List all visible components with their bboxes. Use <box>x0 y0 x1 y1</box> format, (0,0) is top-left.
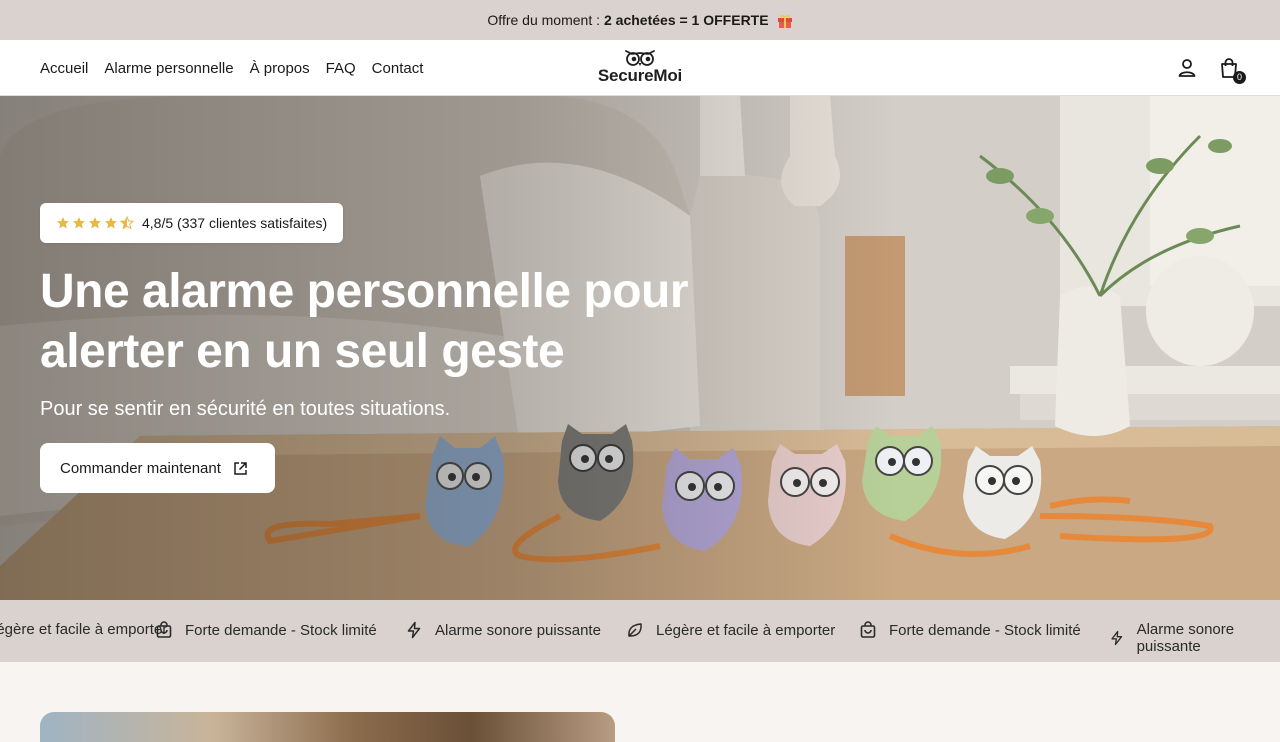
header-actions: 0 <box>1176 40 1246 96</box>
lightning-icon <box>407 621 421 639</box>
star-icon <box>73 217 85 229</box>
site-header: Accueil Alarme personnelle À propos FAQ … <box>0 40 1280 96</box>
marquee-label: Alarme sonore puissante <box>435 621 601 639</box>
star-icon <box>57 217 69 229</box>
marquee-item: Légère et facile à emporter <box>626 621 835 639</box>
cart-button[interactable]: 0 <box>1218 57 1246 84</box>
marquee-item: Alarme sonore puissante <box>1109 621 1280 655</box>
feature-marquee: Légère et facile à emporter Forte demand… <box>0 600 1280 662</box>
nav-contact[interactable]: Contact <box>372 60 424 77</box>
hero-title: Une alarme personnelle pour alerter en u… <box>40 265 689 378</box>
user-icon <box>1178 59 1196 77</box>
rating-stars <box>56 216 134 230</box>
half-star-icon <box>120 216 134 230</box>
leaf-icon <box>628 623 642 637</box>
gift-icon <box>777 14 792 28</box>
lightning-icon <box>1111 630 1123 646</box>
marquee-item: Forte demande - Stock limité <box>859 621 1081 639</box>
order-now-label: Commander maintenant <box>60 459 221 477</box>
rating-text: 4,8/5 (337 clientes satisfaites) <box>142 215 328 231</box>
marquee-label: Forte demande - Stock limité <box>185 621 377 639</box>
nav-alarme-personnelle[interactable]: Alarme personnelle <box>104 60 233 77</box>
main-nav: Accueil Alarme personnelle À propos FAQ … <box>40 40 423 96</box>
owl-logo-icon <box>625 50 655 66</box>
hero-subtitle: Pour se sentir en sécurité en toutes sit… <box>40 398 451 420</box>
marquee-item: Alarme sonore puissante <box>405 621 601 639</box>
order-now-button[interactable]: Commander maintenant <box>40 443 275 493</box>
marquee-label: Légère et facile à emporter <box>0 621 168 638</box>
nav-a-propos[interactable]: À propos <box>250 60 310 77</box>
hero-section: 4,8/5 (337 clientes satisfaites) Une ala… <box>0 96 1280 600</box>
external-link-icon <box>234 461 247 475</box>
next-section <box>0 662 1280 742</box>
marquee-label: Légère et facile à emporter <box>656 621 836 639</box>
shopping-bag-icon <box>156 621 172 638</box>
marquee-item: Légère et facile à emporter <box>0 621 167 638</box>
nav-faq[interactable]: FAQ <box>326 60 356 77</box>
announcement-bar: Offre du moment : 2 achetées = 1 OFFERTE <box>0 0 1280 40</box>
rating-badge: 4,8/5 (337 clientes satisfaites) <box>40 203 343 243</box>
cart-count-badge: 0 <box>1233 71 1246 84</box>
section-image <box>40 712 615 742</box>
announcement-prefix: Offre du moment : <box>487 12 600 28</box>
account-button[interactable] <box>1176 57 1198 79</box>
marquee-item: Forte demande - Stock limité <box>155 621 377 639</box>
star-icon <box>89 217 101 229</box>
logo[interactable]: SecureMoi <box>594 48 686 88</box>
nav-accueil[interactable]: Accueil <box>40 60 88 77</box>
logo-text: SecureMoi <box>597 66 683 85</box>
marquee-label: Alarme sonore puissante <box>1136 621 1235 655</box>
star-icon <box>105 217 117 229</box>
shopping-bag-icon <box>860 621 876 638</box>
marquee-label: Forte demande - Stock limité <box>889 621 1081 639</box>
announcement-offer: 2 achetées = 1 OFFERTE <box>604 12 769 28</box>
